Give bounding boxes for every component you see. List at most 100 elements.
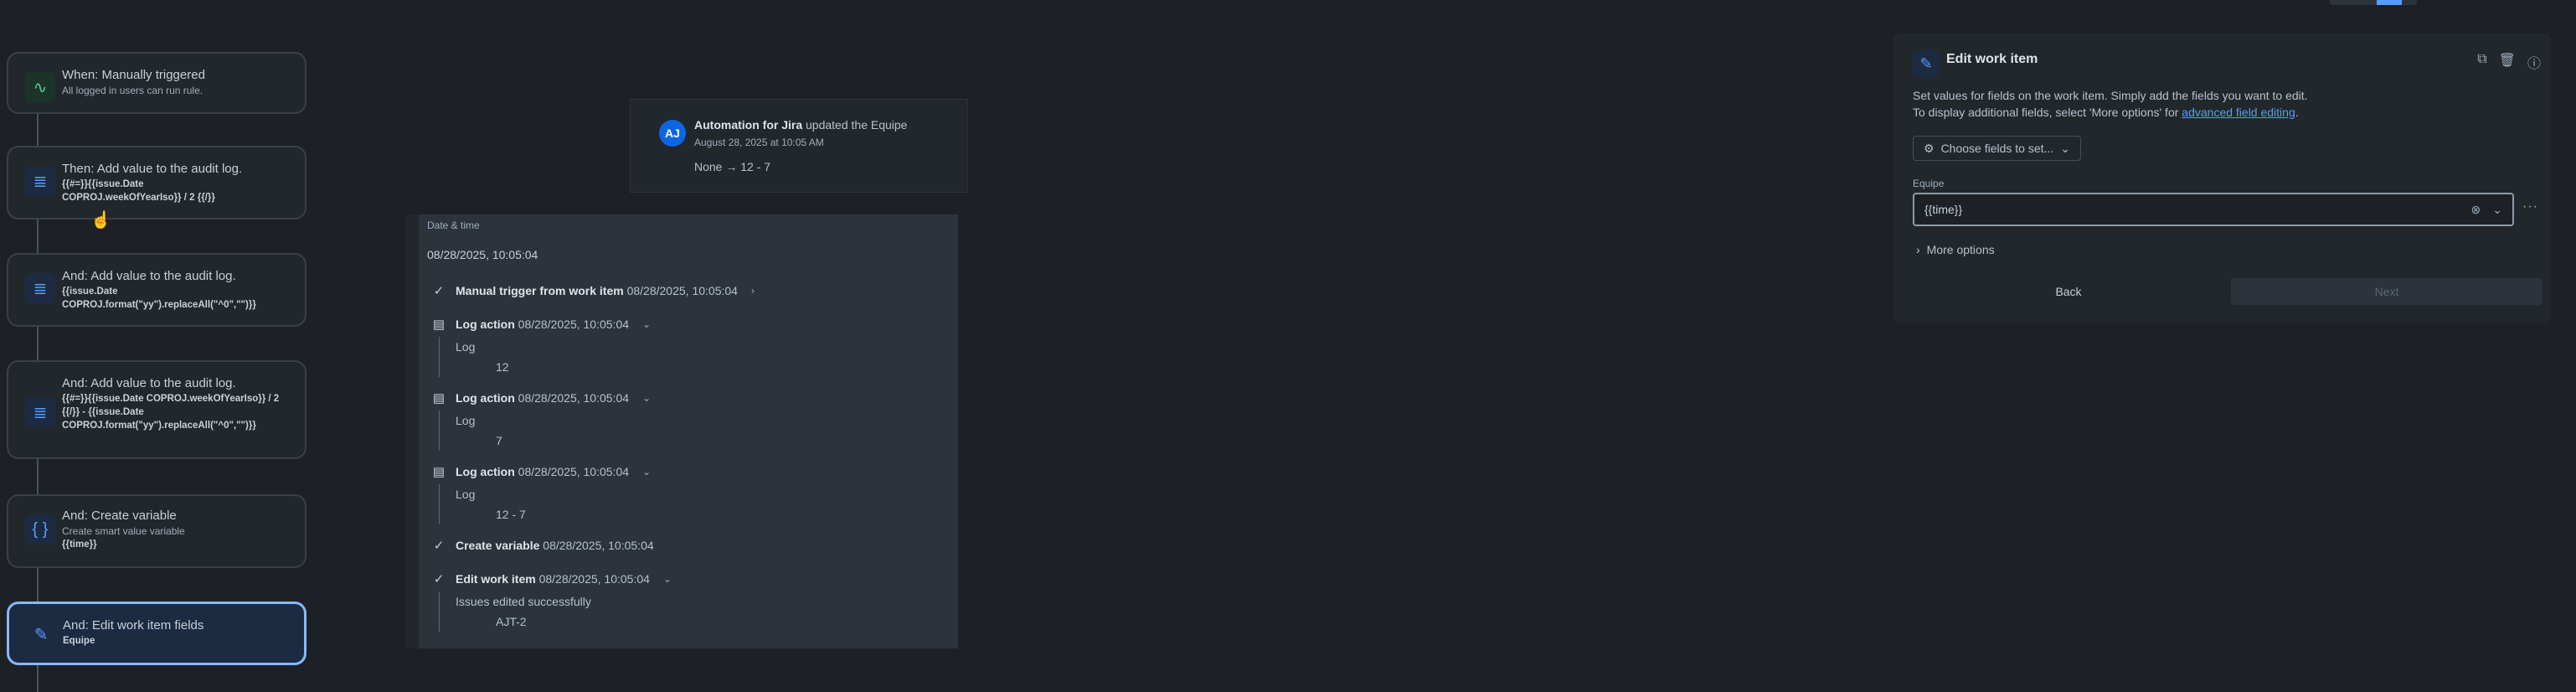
entry-value: 12 <box>496 360 509 374</box>
rule-card-edit-work-item[interactable]: ✎ And: Edit work item fields Equipe <box>7 602 307 665</box>
card-title: When: Manually triggered <box>62 68 205 82</box>
log-entry-trigger[interactable]: ✓ Manual trigger from work item 08/28/20… <box>430 283 755 298</box>
entry-divider <box>439 591 440 632</box>
arrow-right-icon: → <box>725 160 738 173</box>
check-icon: ✓ <box>433 284 445 298</box>
chevron-right-icon: › <box>1916 243 1920 256</box>
card-title: And: Edit work item fields <box>63 618 204 633</box>
audit-log-panel: Date & time 08/28/2025, 10:05:04 ✓ Manua… <box>405 214 958 648</box>
entry-sub-label: Log <box>456 340 476 354</box>
card-value: Equipe <box>63 636 95 646</box>
top-toggle-group[interactable] <box>2330 0 2417 5</box>
entry-time: 08/28/2025, 10:05:04 <box>543 539 654 552</box>
more-options-label: More options <box>1926 243 1995 256</box>
notification-timestamp: August 28, 2025 at 10:05 AM <box>694 137 824 148</box>
automation-rule-editor: ∿ When: Manually triggered All logged in… <box>0 0 2576 692</box>
rule-card-audit-log-3[interactable]: ≣ And: Add value to the audit log. {{#=}… <box>7 360 307 459</box>
card-value: {{#=}}{{issue.Date COPROJ.weekOfYearIso}… <box>62 394 280 431</box>
equipe-field-value: {{time}} <box>1924 203 1963 216</box>
log-date: 08/28/2025, 10:05:04 <box>427 248 538 261</box>
entry-time: 08/28/2025, 10:05:04 <box>518 318 630 331</box>
notification-text: Automation for Jira updated the Equipe <box>694 118 907 132</box>
log-entry-action-3[interactable]: ▤ Log action 08/28/2025, 10:05:04 ⌄ <box>430 464 651 479</box>
card-subtitle: Create smart value variable <box>62 525 185 537</box>
entry-label: Manual trigger from work item <box>456 284 624 297</box>
braces-icon: { } <box>25 514 55 545</box>
entry-divider <box>439 411 440 451</box>
notification-actor[interactable]: Automation for Jira <box>694 118 802 132</box>
gear-icon: ⚙ <box>1924 141 1935 155</box>
back-button[interactable]: Back <box>1913 278 2224 305</box>
panel-description: Set values for fields on the work item. … <box>1913 87 2532 121</box>
advanced-field-editing-link[interactable]: advanced field editing <box>2182 106 2295 119</box>
activity-notification: AJ Automation for Jira updated the Equip… <box>630 99 968 193</box>
log-entry-action-1[interactable]: ▤ Log action 08/28/2025, 10:05:04 ⌄ <box>430 317 651 332</box>
entry-sub-label: Log <box>456 488 476 501</box>
field-label-equipe: Equipe <box>1913 178 1945 189</box>
top-toggle-active[interactable] <box>2377 0 2402 5</box>
change-from: None <box>694 160 723 173</box>
chevron-down-icon[interactable]: ⌄ <box>642 318 651 330</box>
column-header-date-time: Date & time <box>427 219 480 231</box>
edit-work-item-panel: ✎ Edit work item ⧉ 🗑 ⓘ Set values for fi… <box>1893 34 2551 323</box>
chevron-down-icon[interactable]: ⌄ <box>663 573 672 585</box>
card-value: {{issue.Date COPROJ.format("yy").replace… <box>62 287 256 310</box>
check-icon: ✓ <box>433 572 445 586</box>
entry-value: 7 <box>496 434 502 447</box>
card-title: Then: Add value to the audit log. <box>62 162 243 176</box>
description-line-2: To display additional fields, select 'Mo… <box>1913 104 2532 121</box>
log-entry-create-variable[interactable]: ✓ Create variable 08/28/2025, 10:05:04 <box>430 538 654 553</box>
log-entry-action-2[interactable]: ▤ Log action 08/28/2025, 10:05:04 ⌄ <box>430 390 651 405</box>
card-title: And: Create variable <box>62 509 177 523</box>
rule-card-audit-log-2[interactable]: ≣ And: Add value to the audit log. {{iss… <box>7 253 307 327</box>
more-options-toggle[interactable]: › More options <box>1916 243 1995 256</box>
list-icon: ≣ <box>25 273 55 303</box>
entry-time: 08/28/2025, 10:05:04 <box>518 391 630 405</box>
field-controls: ⊗ ⌄ <box>2471 203 2502 217</box>
entry-label: Log action <box>456 391 515 405</box>
entry-time: 08/28/2025, 10:05:04 <box>626 284 738 297</box>
entry-sub-label: Issues edited successfully <box>456 595 591 608</box>
panel-toolbar: ⧉ 🗑 ⓘ <box>2477 52 2541 72</box>
check-icon: ✓ <box>433 539 445 553</box>
chevron-down-icon[interactable]: ⌄ <box>642 392 651 404</box>
notification-change: None → 12 - 7 <box>694 160 770 173</box>
pulse-icon: ∿ <box>25 72 55 102</box>
log-icon: ▤ <box>432 391 446 405</box>
edit-icon: ✎ <box>1913 50 1940 77</box>
entry-label: Create variable <box>456 539 540 552</box>
next-button[interactable]: Next <box>2231 278 2543 305</box>
entry-label: Log action <box>456 465 515 478</box>
trash-icon[interactable]: 🗑 <box>2499 52 2516 72</box>
chevron-right-icon[interactable]: › <box>751 285 755 297</box>
log-icon: ▤ <box>432 318 446 332</box>
description-suffix: . <box>2295 106 2299 119</box>
chevron-down-icon[interactable]: ⌄ <box>642 466 651 478</box>
log-entry-edit-work-item[interactable]: ✓ Edit work item 08/28/2025, 10:05:04 ⌄ <box>430 571 672 586</box>
choose-fields-button[interactable]: ⚙ Choose fields to set... ⌄ <box>1913 136 2081 161</box>
list-icon: ≣ <box>25 397 55 427</box>
change-to: 12 - 7 <box>740 160 771 173</box>
entry-divider <box>439 337 440 377</box>
description-prefix: To display additional fields, select 'Mo… <box>1913 106 2182 119</box>
entry-time: 08/28/2025, 10:05:04 <box>538 572 650 586</box>
rule-card-trigger[interactable]: ∿ When: Manually triggered All logged in… <box>7 52 307 114</box>
more-actions-icon[interactable]: ··· <box>2522 199 2538 214</box>
list-icon: ≣ <box>25 166 55 196</box>
entry-sub-label: Log <box>456 414 476 427</box>
entry-value: 12 - 7 <box>496 508 526 521</box>
card-title: And: Add value to the audit log. <box>62 269 236 283</box>
mouse-cursor-icon: ☝ <box>90 211 111 230</box>
help-icon[interactable]: ⓘ <box>2527 52 2541 72</box>
avatar: AJ <box>659 120 686 147</box>
chevron-down-icon[interactable]: ⌄ <box>2492 203 2502 217</box>
rule-card-audit-log-1[interactable]: ≣ Then: Add value to the audit log. {{#=… <box>7 146 307 219</box>
card-value: {{#=}}{{issue.Date COPROJ.weekOfYearIso}… <box>62 179 215 203</box>
rule-card-create-variable[interactable]: { } And: Create variable Create smart va… <box>7 494 307 568</box>
log-icon: ▤ <box>432 465 446 479</box>
description-line-1: Set values for fields on the work item. … <box>1913 89 2308 102</box>
card-subtitle: All logged in users can run rule. <box>62 85 204 96</box>
clear-icon[interactable]: ⊗ <box>2471 203 2481 217</box>
duplicate-icon[interactable]: ⧉ <box>2477 52 2486 72</box>
equipe-field[interactable]: {{time}} ⊗ ⌄ <box>1913 193 2514 226</box>
